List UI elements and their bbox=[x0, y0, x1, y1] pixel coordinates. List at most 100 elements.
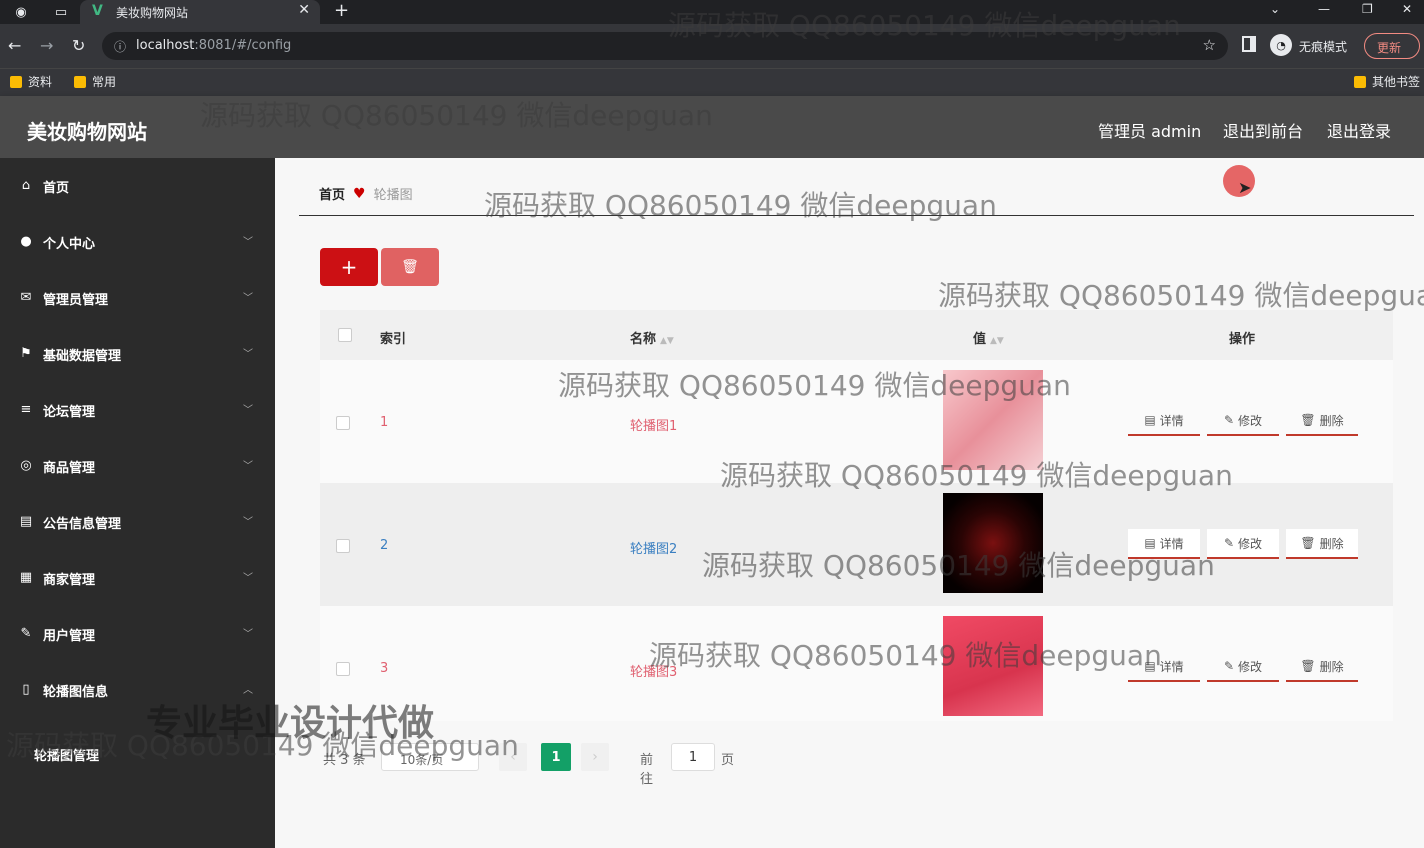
sidebar-item-goods[interactable]: ◎ 商品管理 ﹀ bbox=[0, 438, 275, 494]
sidebar-item-admins[interactable]: ✉ 管理员管理 ﹀ bbox=[0, 270, 275, 326]
user-icon: ● bbox=[20, 234, 32, 249]
browser-tab[interactable]: V 美妆购物网站 ✕ bbox=[80, 0, 320, 24]
row-checkbox[interactable] bbox=[336, 416, 350, 430]
goto-label: 前往 bbox=[640, 753, 654, 787]
delete-button[interactable]: 🗑 删除 bbox=[1286, 652, 1358, 682]
row-index: 2 bbox=[380, 538, 389, 553]
goto-page-input[interactable]: 1 bbox=[671, 743, 715, 771]
sidebar-item-notices[interactable]: ▤ 公告信息管理 ﹀ bbox=[0, 494, 275, 550]
folder-icon bbox=[1354, 75, 1366, 88]
column-name[interactable]: 名称 ▲▼ bbox=[630, 328, 674, 347]
sort-icon[interactable]: ▲▼ bbox=[660, 336, 674, 346]
sidebar-item-home[interactable]: ⌂ 首页 bbox=[0, 158, 275, 214]
chevron-down-icon: ﹀ bbox=[243, 293, 253, 304]
mouse-cursor-icon: ➤ bbox=[1238, 178, 1252, 197]
incognito-label: 无痕模式 bbox=[1299, 40, 1348, 54]
list-icon: ≡ bbox=[20, 402, 32, 417]
detail-button[interactable]: ▤ 详情 bbox=[1128, 529, 1200, 559]
edit-icon: ✎ bbox=[1223, 659, 1235, 673]
other-bookmarks[interactable]: 其他书签 bbox=[1354, 73, 1420, 90]
forward-icon[interactable]: → bbox=[40, 36, 53, 55]
breadcrumb-home[interactable]: 首页 bbox=[319, 184, 345, 203]
site-info-icon[interactable]: ⓘ bbox=[114, 38, 126, 55]
goto-suffix: 页 bbox=[721, 753, 735, 768]
side-panel-icon[interactable] bbox=[1242, 36, 1256, 52]
address-bar[interactable]: ⓘ localhost:8081/#/config ☆ bbox=[102, 32, 1228, 60]
select-all-checkbox[interactable] bbox=[338, 328, 352, 342]
page-button[interactable]: 1 bbox=[541, 743, 571, 771]
page-size-select[interactable]: 10条/页 bbox=[381, 743, 479, 771]
row-checkbox[interactable] bbox=[336, 662, 350, 676]
app-header: 美妆购物网站 管理员 admin 退出到前台 退出登录 bbox=[0, 96, 1424, 158]
edit-icon: ✎ bbox=[20, 626, 32, 641]
main-content: 首页 ♥ 轮播图 + 🗑 索引 名称 ▲▼ 值 ▲▼ 操作 1 轮播图1 ▤ 详情 ✎… bbox=[275, 158, 1424, 848]
document-icon: ▤ bbox=[1144, 659, 1156, 673]
trash-icon: 🗑 bbox=[1300, 413, 1316, 427]
chevron-down-icon: ﹀ bbox=[243, 349, 253, 360]
prev-page-button[interactable]: ‹ bbox=[499, 743, 527, 771]
add-button[interactable]: + bbox=[320, 248, 378, 286]
breadcrumb: 首页 ♥ 轮播图 bbox=[319, 184, 413, 204]
batch-delete-button[interactable]: 🗑 bbox=[381, 248, 439, 286]
sidebar-item-merchants[interactable]: ▦ 商家管理 ﹀ bbox=[0, 550, 275, 606]
tab-close-icon[interactable]: ✕ bbox=[298, 2, 310, 18]
window-close-icon[interactable]: ✕ bbox=[1402, 2, 1412, 16]
delete-button[interactable]: 🗑 删除 bbox=[1286, 406, 1358, 436]
bookmarks-bar: 资料 常用 其他书签 bbox=[0, 68, 1424, 96]
promo-watermark: 专业毕业设计代做 bbox=[146, 703, 435, 744]
breadcrumb-current: 轮播图 bbox=[373, 188, 413, 203]
update-button[interactable]: 更新 bbox=[1364, 33, 1420, 59]
edit-button[interactable]: ✎ 修改 bbox=[1207, 406, 1279, 436]
minimize-icon[interactable]: — bbox=[1318, 2, 1330, 16]
sort-icon[interactable]: ▲▼ bbox=[990, 336, 1004, 346]
folder-icon bbox=[10, 75, 22, 88]
back-icon[interactable]: ← bbox=[8, 36, 21, 55]
chevron-left-icon: ‹ bbox=[510, 749, 516, 765]
sidebar-item-personal[interactable]: ● 个人中心 ﹀ bbox=[0, 214, 275, 270]
sidebar-item-base-data[interactable]: ⚑ 基础数据管理 ﹀ bbox=[0, 326, 275, 382]
logout-link[interactable]: 退出登录 bbox=[1327, 118, 1391, 142]
browser-profile-icon[interactable]: ◉ bbox=[12, 3, 30, 21]
table-row: 1 轮播图1 ▤ 详情 ✎ 修改 🗑 删除 bbox=[320, 360, 1393, 483]
mail-icon: ✉ bbox=[20, 290, 32, 305]
row-name: 轮播图3 bbox=[630, 665, 678, 680]
tab-search-icon[interactable]: ▭ bbox=[52, 3, 70, 21]
carousel-image bbox=[943, 616, 1043, 716]
delete-button[interactable]: 🗑 删除 bbox=[1286, 529, 1358, 559]
chevron-down-icon: ﹀ bbox=[243, 629, 253, 640]
chevron-down-icon: ﹀ bbox=[243, 405, 253, 416]
trash-icon: 🗑 bbox=[401, 259, 419, 275]
chevron-down-icon: ﹀ bbox=[243, 517, 253, 528]
sidebar-item-forum[interactable]: ≡ 论坛管理 ﹀ bbox=[0, 382, 275, 438]
address-url: localhost:8081/#/config bbox=[136, 38, 292, 53]
tab-list-icon[interactable]: ⌄ bbox=[1270, 2, 1280, 16]
chevron-right-icon: › bbox=[592, 749, 598, 765]
browser-tabstrip: ◉ ▭ V 美妆购物网站 ✕ + ⌄ — ❐ ✕ bbox=[0, 0, 1424, 24]
reload-icon[interactable]: ↻ bbox=[72, 36, 85, 55]
edit-button[interactable]: ✎ 修改 bbox=[1207, 652, 1279, 682]
new-tab-icon[interactable]: + bbox=[334, 0, 349, 21]
sidebar-item-users[interactable]: ✎ 用户管理 ﹀ bbox=[0, 606, 275, 662]
next-page-button[interactable]: › bbox=[581, 743, 609, 771]
trash-icon: 🗑 bbox=[1300, 536, 1316, 550]
table-header: 索引 名称 ▲▼ 值 ▲▼ 操作 bbox=[320, 310, 1393, 360]
restore-icon[interactable]: ❐ bbox=[1362, 2, 1373, 16]
table-row: 3 轮播图3 ▤ 详情 ✎ 修改 🗑 删除 bbox=[320, 606, 1393, 721]
clipboard-icon: ▤ bbox=[19, 514, 33, 529]
row-name: 轮播图1 bbox=[630, 419, 678, 434]
bookmark-star-icon[interactable]: ☆ bbox=[1203, 36, 1216, 54]
carousel-image bbox=[943, 370, 1043, 470]
bookmark-folder[interactable]: 常用 bbox=[74, 73, 116, 90]
to-front-link[interactable]: 退出到前台 bbox=[1223, 118, 1303, 142]
column-value[interactable]: 值 ▲▼ bbox=[973, 328, 1004, 347]
detail-button[interactable]: ▤ 详情 bbox=[1128, 652, 1200, 682]
bookmark-folder[interactable]: 资料 bbox=[10, 73, 52, 90]
breadcrumb-divider bbox=[299, 215, 1414, 216]
grid-icon: ▦ bbox=[19, 570, 33, 585]
detail-button[interactable]: ▤ 详情 bbox=[1128, 406, 1200, 436]
row-index: 3 bbox=[380, 661, 389, 676]
row-checkbox[interactable] bbox=[336, 539, 350, 553]
heart-icon: ♥ bbox=[353, 185, 366, 202]
tab-title: 美妆购物网站 bbox=[116, 6, 189, 20]
edit-button[interactable]: ✎ 修改 bbox=[1207, 529, 1279, 559]
